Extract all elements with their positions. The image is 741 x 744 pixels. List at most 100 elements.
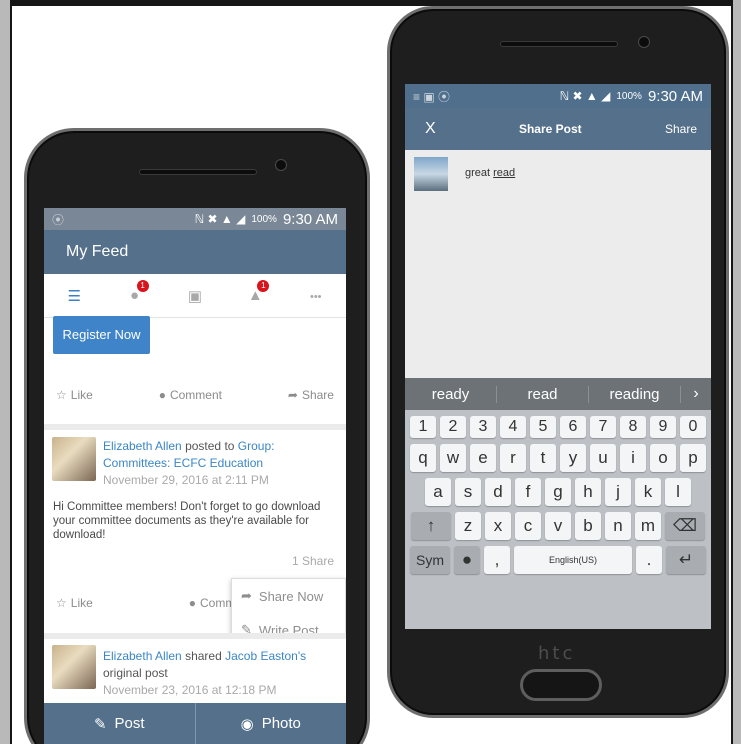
share-now-item[interactable]: ➦ Share Now — [232, 579, 345, 613]
key[interactable]: g — [545, 478, 571, 506]
camera-icon: ◉ — [240, 715, 254, 733]
author-avatar[interactable] — [52, 437, 96, 481]
author-link[interactable]: Elizabeth Allen — [103, 439, 182, 453]
key[interactable]: t — [530, 444, 556, 472]
key[interactable]: l — [665, 478, 691, 506]
like-label: Like — [70, 388, 93, 402]
key[interactable]: y — [560, 444, 586, 472]
share-count[interactable]: 1 Share — [292, 554, 334, 568]
key[interactable]: 1 — [410, 416, 436, 438]
key[interactable]: p — [680, 444, 706, 472]
key[interactable]: d — [485, 478, 511, 506]
enter-key[interactable]: ↵ — [666, 546, 706, 574]
microphone-icon[interactable]: ● — [454, 546, 480, 574]
key[interactable]: q — [410, 444, 436, 472]
backspace-key[interactable]: ⌫ — [665, 512, 705, 540]
key[interactable]: 3 — [470, 416, 496, 438]
key[interactable]: j — [605, 478, 631, 506]
outer-frame-right — [731, 0, 741, 744]
share-compose-area[interactable]: great read — [405, 150, 711, 378]
key[interactable]: 6 — [560, 416, 586, 438]
share-button[interactable]: ➦ Share — [288, 388, 334, 402]
photo-button[interactable]: ◉ Photo — [194, 703, 347, 744]
key[interactable]: b — [575, 512, 601, 540]
tab-notifications[interactable]: ▲ 1 — [241, 280, 270, 304]
suggestion[interactable]: reading — [589, 385, 681, 403]
author-avatar[interactable] — [52, 645, 96, 689]
shared-author-link[interactable]: Jacob Easton's — [225, 649, 306, 663]
bottom-key-row: Sym ● , English(US) . ↵ — [405, 546, 711, 574]
share-icon: ➦ — [241, 588, 252, 603]
letter-row-2: a s d f g h j k l — [405, 478, 711, 506]
share-app-bar: X Share Post Share — [405, 108, 711, 150]
key[interactable]: 9 — [650, 416, 676, 438]
status-bar: ⦿ ℕ ✖ ▲ ◢ 100% 9:30 AM — [44, 208, 346, 230]
key[interactable]: 7 — [590, 416, 616, 438]
chevron-right-icon[interactable]: › — [681, 385, 711, 403]
feed-screen: ⦿ ℕ ✖ ▲ ◢ 100% 9:30 AM My Feed ☰ ● 1 ▣ ▲ 1… — [44, 208, 346, 744]
key[interactable]: u — [590, 444, 616, 472]
share-now-label: Share Now — [258, 588, 324, 604]
key[interactable]: m — [635, 512, 661, 540]
register-now-button[interactable]: Register Now — [53, 316, 150, 354]
key[interactable]: n — [605, 512, 631, 540]
key[interactable]: c — [515, 512, 541, 540]
compose-text-current-word: read — [493, 167, 516, 179]
more-icon: ••• — [309, 291, 322, 303]
tab-people[interactable]: ● 1 — [121, 280, 149, 304]
key[interactable]: e — [470, 444, 496, 472]
space-key[interactable]: English(US) — [514, 546, 632, 574]
front-camera — [275, 159, 287, 171]
people-badge: 1 — [136, 280, 149, 292]
share-post-screen: ≡ ▣ ⦿ ℕ ✖ ▲ ◢ 100% 9:30 AM X Share Post … — [405, 84, 711, 629]
home-button[interactable] — [520, 669, 602, 701]
key[interactable]: 0 — [680, 416, 706, 438]
like-button-2[interactable]: ☆ Like — [56, 596, 93, 610]
key[interactable]: x — [485, 512, 511, 540]
compose-text[interactable]: great read — [465, 167, 515, 179]
key[interactable]: r — [500, 444, 526, 472]
post-body: Hi Committee members! Don't forget to go… — [53, 501, 321, 541]
battery-level: 100% — [251, 213, 277, 225]
compose-bar: ✎ Post ◉ Photo — [44, 703, 346, 744]
suggestion[interactable]: read — [497, 385, 589, 403]
key[interactable]: 8 — [620, 416, 646, 438]
comma-key[interactable]: , — [484, 546, 510, 574]
key[interactable]: h — [575, 478, 601, 506]
post-header: Elizabeth Allen shared Jacob Easton's or… — [103, 648, 339, 699]
comment-button[interactable]: ● Comment — [159, 388, 222, 402]
author-link[interactable]: Elizabeth Allen — [103, 649, 182, 663]
key[interactable]: a — [425, 478, 451, 506]
post-suffix: original post — [103, 666, 168, 680]
key[interactable]: i — [620, 444, 646, 472]
key[interactable]: k — [635, 478, 661, 506]
key[interactable]: 2 — [440, 416, 466, 438]
battery-level: 100% — [616, 90, 642, 102]
key[interactable]: 4 — [500, 416, 526, 438]
sym-key[interactable]: Sym — [410, 546, 450, 574]
page-title: Share Post — [518, 122, 582, 136]
period-key[interactable]: . — [636, 546, 662, 574]
key[interactable]: s — [455, 478, 481, 506]
key[interactable]: z — [455, 512, 481, 540]
shift-key[interactable]: ↑ — [411, 512, 451, 540]
like-button[interactable]: ☆ Like — [56, 388, 93, 402]
tab-more[interactable]: ••• — [302, 287, 330, 304]
suggestion[interactable]: ready — [405, 385, 497, 403]
key[interactable]: w — [440, 444, 466, 472]
key[interactable]: v — [545, 512, 571, 540]
post-button[interactable]: ✎ Post — [44, 703, 195, 744]
outer-frame-left — [0, 0, 12, 744]
key[interactable]: 5 — [530, 416, 556, 438]
post-label: Post — [114, 715, 145, 732]
close-button[interactable]: X — [425, 120, 436, 138]
post-verb: shared — [185, 649, 222, 663]
key[interactable]: f — [515, 478, 541, 506]
tab-feed[interactable]: ☰ — [60, 287, 88, 305]
key[interactable]: o — [650, 444, 676, 472]
share-icon: ➦ — [287, 388, 298, 402]
tab-jobs[interactable]: ▣ — [181, 287, 209, 305]
share-submit-button[interactable]: Share — [665, 122, 697, 136]
post-date: November 29, 2016 at 2:11 PM — [103, 473, 269, 487]
phone-speaker — [139, 169, 257, 175]
